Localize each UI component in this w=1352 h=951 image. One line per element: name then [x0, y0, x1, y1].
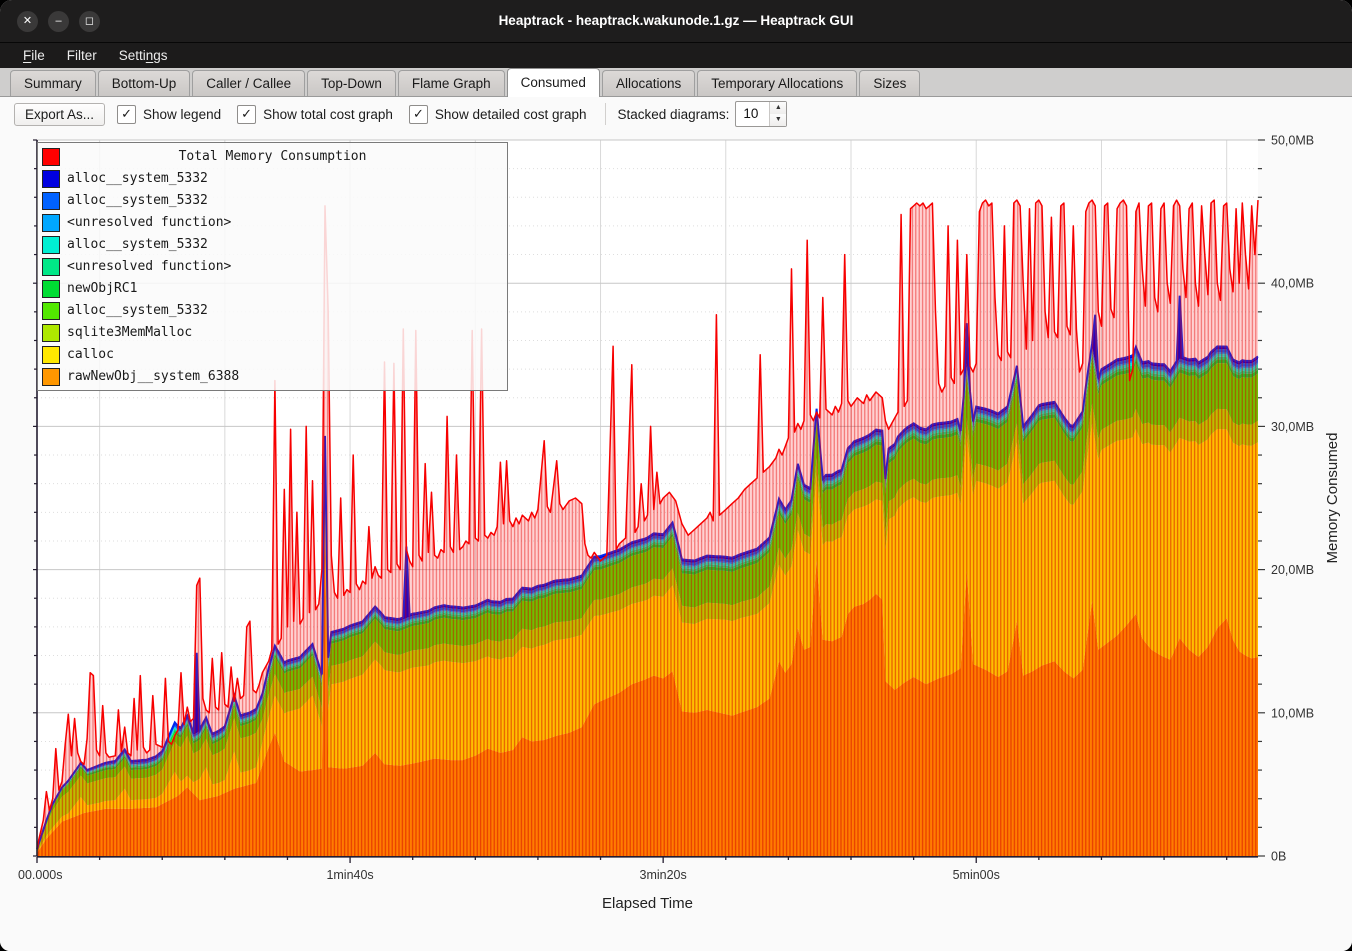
legend-row: Total Memory Consumption: [38, 145, 507, 167]
tabs: SummaryBottom-UpCaller / CalleeTop-DownF…: [10, 67, 922, 96]
legend-swatch-icon: [42, 324, 60, 342]
window-title: Heaptrack - heaptrack.wakunode.1.gz — He…: [0, 0, 1352, 42]
x-tick-label: 3min20s: [640, 868, 687, 882]
stacked-diagrams-value[interactable]: 10: [736, 102, 769, 126]
checkbox-show-detailed-cost-graph[interactable]: ✓ Show detailed cost graph: [409, 105, 587, 124]
legend-label: <unresolved function>: [67, 215, 231, 230]
legend-label: Total Memory Consumption: [38, 149, 507, 164]
legend-row: alloc__system_5332: [38, 167, 507, 189]
y-tick-label: 10,0MB: [1271, 706, 1314, 720]
close-button[interactable]: ✕: [17, 11, 38, 32]
legend-label: <unresolved function>: [67, 259, 231, 274]
legend-swatch-icon: [42, 236, 60, 254]
checkbox-box[interactable]: ✓: [117, 105, 136, 124]
toolbar: Export As... ✓ Show legend ✓ Show total cos…: [0, 97, 1352, 131]
tabbar: SummaryBottom-UpCaller / CalleeTop-DownF…: [0, 68, 1352, 97]
spinbox-arrows: ▲ ▼: [769, 102, 786, 126]
y-tick-label: 20,0MB: [1271, 563, 1314, 577]
checkbox-label: Show total cost graph: [263, 107, 393, 122]
legend-swatch-icon: [42, 346, 60, 364]
legend-label: rawNewObj__system_6388: [67, 369, 239, 384]
legend-swatch-icon: [42, 368, 60, 386]
stacked-diagrams-label: Stacked diagrams:: [618, 107, 730, 122]
legend-swatch-icon: [42, 258, 60, 276]
y-tick-label: 0B: [1271, 850, 1286, 864]
legend-row: <unresolved function>: [38, 255, 507, 277]
legend-swatch-icon: [42, 192, 60, 210]
menubar: FileFilterSettings: [0, 43, 1352, 68]
x-tick-label: 5min00s: [953, 868, 1000, 882]
legend-swatch-icon: [42, 148, 60, 166]
y-axis-title: Memory Consumed: [1324, 433, 1341, 564]
spin-up-icon[interactable]: ▲: [770, 102, 786, 114]
menu-file[interactable]: File: [12, 43, 56, 68]
tab-caller-callee[interactable]: Caller / Callee: [192, 70, 305, 96]
x-tick-label: 1min40s: [326, 868, 373, 882]
chart-legend: Total Memory Consumption alloc__system_53…: [37, 142, 508, 391]
legend-swatch-icon: [42, 170, 60, 188]
legend-row: sqlite3MemMalloc: [38, 321, 507, 343]
legend-label: alloc__system_5332: [67, 171, 208, 186]
checkbox-show-legend[interactable]: ✓ Show legend: [117, 105, 221, 124]
legend-label: calloc: [67, 347, 114, 362]
legend-row: <unresolved function>: [38, 211, 507, 233]
titlebar[interactable]: Heaptrack - heaptrack.wakunode.1.gz — He…: [0, 0, 1352, 43]
legend-row: newObjRC1: [38, 277, 507, 299]
tab-sizes[interactable]: Sizes: [859, 70, 920, 96]
legend-label: alloc__system_5332: [67, 193, 208, 208]
menu-filter[interactable]: Filter: [56, 43, 108, 68]
y-tick-label: 50,0MB: [1271, 134, 1314, 148]
minimize-button[interactable]: –: [48, 11, 69, 32]
tab-top-down[interactable]: Top-Down: [307, 70, 396, 96]
y-tick-label: 40,0MB: [1271, 277, 1314, 291]
tab-summary[interactable]: Summary: [10, 70, 96, 96]
checkbox-box[interactable]: ✓: [409, 105, 428, 124]
app-window: Heaptrack - heaptrack.wakunode.1.gz — He…: [0, 0, 1352, 951]
menu-settings[interactable]: Settings: [108, 43, 179, 68]
checkbox-label: Show legend: [143, 107, 221, 122]
legend-label: newObjRC1: [67, 281, 137, 296]
maximize-button[interactable]: ◻: [79, 11, 100, 32]
legend-label: sqlite3MemMalloc: [67, 325, 192, 340]
legend-label: alloc__system_5332: [67, 237, 208, 252]
export-as-button[interactable]: Export As...: [14, 103, 105, 126]
toolbar-separator: [605, 103, 606, 125]
x-axis-title: Elapsed Time: [602, 895, 693, 912]
stacked-diagrams-spinbox[interactable]: 10 ▲ ▼: [735, 101, 787, 127]
legend-row: alloc__system_5332: [38, 299, 507, 321]
legend-swatch-icon: [42, 302, 60, 320]
tab-temporary-allocations[interactable]: Temporary Allocations: [697, 70, 857, 96]
legend-swatch-icon: [42, 214, 60, 232]
legend-row: alloc__system_5332: [38, 189, 507, 211]
tab-bottom-up[interactable]: Bottom-Up: [98, 70, 191, 96]
legend-row: calloc: [38, 343, 507, 365]
checkbox-show-total-cost-graph[interactable]: ✓ Show total cost graph: [237, 105, 393, 124]
x-tick-label: 00.000s: [18, 868, 62, 882]
chart-area: 0B 10,0MB 20,0MB 30,0MB 40,0MB 50,0MB 00.000s 1…: [0, 131, 1352, 951]
legend-row: rawNewObj__system_6388: [38, 365, 507, 387]
checkbox-group: ✓ Show legend ✓ Show total cost graph ✓ Show …: [117, 105, 603, 124]
legend-label: alloc__system_5332: [67, 303, 208, 318]
legend-swatch-icon: [42, 280, 60, 298]
tab-allocations[interactable]: Allocations: [602, 70, 695, 96]
legend-row: alloc__system_5332: [38, 233, 507, 255]
checkbox-label: Show detailed cost graph: [435, 107, 587, 122]
spin-down-icon[interactable]: ▼: [770, 114, 786, 126]
checkbox-box[interactable]: ✓: [237, 105, 256, 124]
tab-consumed[interactable]: Consumed: [507, 68, 600, 97]
y-tick-label: 30,0MB: [1271, 420, 1314, 434]
tab-flame-graph[interactable]: Flame Graph: [398, 70, 505, 96]
